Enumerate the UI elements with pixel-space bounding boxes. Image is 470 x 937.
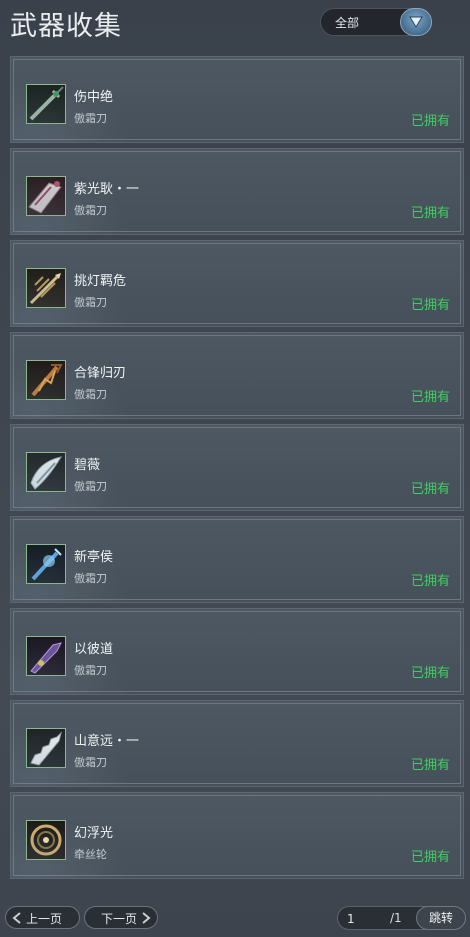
chevron-down-icon xyxy=(409,16,423,28)
page-jump-box: /1 跳转 xyxy=(337,906,466,931)
weapon-name: 挑灯羁危 xyxy=(74,274,127,289)
dropdown-button[interactable] xyxy=(400,8,432,36)
filter-dropdown[interactable]: 全部 xyxy=(320,8,432,36)
silver-broadblade-icon xyxy=(26,176,66,216)
weapon-name: 新亭侯 xyxy=(74,550,114,565)
weapon-name: 紫光耿・一 xyxy=(74,182,140,197)
white-wing-blade-icon xyxy=(26,452,66,492)
weapon-card[interactable]: 紫光耿・一 傲霜刀 已拥有 xyxy=(10,148,464,235)
weapon-card[interactable]: 合锋归刃 傲霜刀 已拥有 xyxy=(10,332,464,419)
golden-ring-wheel-icon xyxy=(26,820,66,860)
weapon-card[interactable]: 新亭侯 傲霜刀 已拥有 xyxy=(10,516,464,603)
weapon-category: 傲霜刀 xyxy=(74,388,107,401)
chevron-right-icon xyxy=(142,912,151,924)
weapon-list: 伤中绝 傲霜刀 已拥有 紫光耿・一 傲霜刀 已拥有 挑灯羁危 傲霜刀 已拥有 合… xyxy=(10,56,464,884)
weapon-category: 傲霜刀 xyxy=(74,664,107,677)
weapon-category: 傲霜刀 xyxy=(74,112,107,125)
weapon-name: 碧薇 xyxy=(74,458,101,473)
prev-page-label: 上一页 xyxy=(26,912,63,926)
owned-status: 已拥有 xyxy=(410,298,450,313)
owned-status: 已拥有 xyxy=(410,390,450,405)
green-sword-icon xyxy=(26,84,66,124)
weapon-name: 以彼道 xyxy=(74,642,114,657)
prev-page-button[interactable]: 上一页 xyxy=(5,906,80,929)
weapon-card[interactable]: 山意远・一 傲霜刀 已拥有 xyxy=(10,700,464,787)
weapon-category: 傲霜刀 xyxy=(74,480,107,493)
weapon-category: 牵丝轮 xyxy=(74,848,107,861)
weapon-card[interactable]: 挑灯羁危 傲霜刀 已拥有 xyxy=(10,240,464,327)
weapon-name: 伤中绝 xyxy=(74,90,114,105)
weapon-card[interactable]: 伤中绝 傲霜刀 已拥有 xyxy=(10,56,464,143)
weapon-name: 合锋归刃 xyxy=(74,366,127,381)
page-total: /1 xyxy=(390,911,402,925)
weapon-card[interactable]: 以彼道 傲霜刀 已拥有 xyxy=(10,608,464,695)
white-jagged-blade-icon xyxy=(26,728,66,768)
bronze-flame-sword-icon xyxy=(26,360,66,400)
owned-status: 已拥有 xyxy=(410,574,450,589)
weapon-name: 山意远・一 xyxy=(74,734,140,749)
owned-status: 已拥有 xyxy=(410,114,450,129)
chevron-left-icon xyxy=(12,912,21,924)
weapon-category: 傲霜刀 xyxy=(74,756,107,769)
weapon-category: 傲霜刀 xyxy=(74,572,107,585)
filter-value: 全部 xyxy=(335,16,360,30)
purple-blade-icon xyxy=(26,636,66,676)
weapon-category: 傲霜刀 xyxy=(74,296,107,309)
owned-status: 已拥有 xyxy=(410,206,450,221)
weapon-category: 傲霜刀 xyxy=(74,204,107,217)
next-page-label: 下一页 xyxy=(101,912,138,926)
owned-status: 已拥有 xyxy=(410,850,450,865)
owned-status: 已拥有 xyxy=(410,482,450,497)
page-title: 武器收集 xyxy=(10,11,122,42)
golden-spike-sword-icon xyxy=(26,268,66,308)
blue-crystal-sword-icon xyxy=(26,544,66,584)
weapon-card[interactable]: 幻浮光 牵丝轮 已拥有 xyxy=(10,792,464,879)
jump-button[interactable]: 跳转 xyxy=(416,906,466,930)
owned-status: 已拥有 xyxy=(410,758,450,773)
weapon-name: 幻浮光 xyxy=(74,826,114,841)
weapon-card[interactable]: 碧薇 傲霜刀 已拥有 xyxy=(10,424,464,511)
next-page-button[interactable]: 下一页 xyxy=(84,906,158,929)
owned-status: 已拥有 xyxy=(410,666,450,681)
